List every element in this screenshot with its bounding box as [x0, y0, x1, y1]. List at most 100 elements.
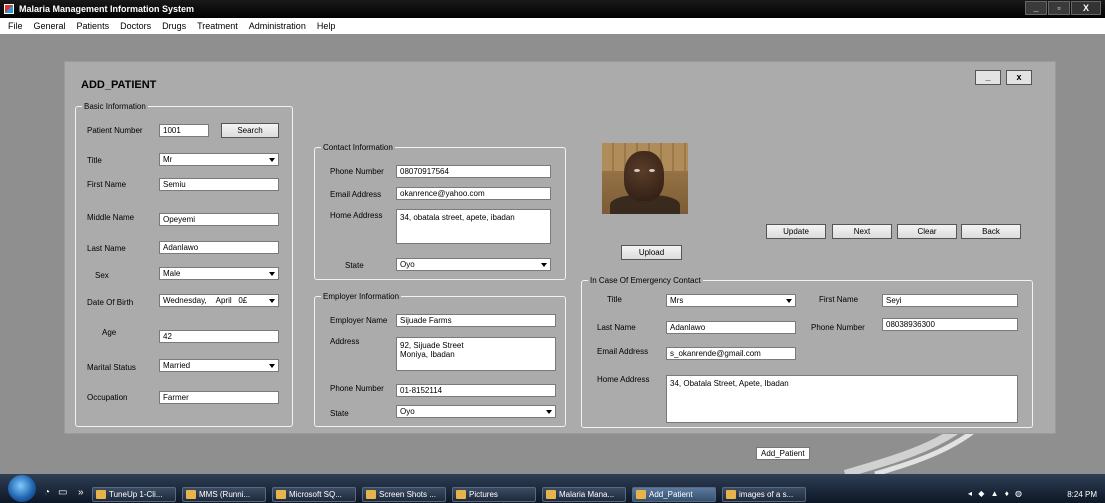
photo-face — [624, 151, 664, 201]
taskbar-item-tuneup[interactable]: TuneUp 1-Cli... — [92, 487, 176, 502]
emergency-last-name-input[interactable]: Adanlawo — [666, 321, 796, 334]
employer-address-textarea[interactable]: 92, Sijuade Street Moniya, Ibadan — [396, 337, 556, 371]
menu-general[interactable]: General — [34, 21, 66, 31]
patient-number-label: Patient Number — [87, 126, 143, 135]
quick-launch-desktop-icon[interactable]: ▭ — [58, 487, 67, 498]
clear-button[interactable]: Clear — [897, 224, 957, 239]
employer-state-value: Oyo — [400, 407, 415, 416]
basic-information-legend: Basic Information — [82, 101, 148, 112]
contact-information-legend: Contact Information — [321, 142, 395, 153]
taskbar: ◔ ▭ » TuneUp 1-Cli... MMS (Runni... Micr… — [0, 474, 1105, 503]
back-button[interactable]: Back — [961, 224, 1021, 239]
taskbar-item-mms[interactable]: MMS (Runni... — [182, 487, 266, 502]
chevron-down-icon — [269, 272, 275, 276]
menu-administration[interactable]: Administration — [249, 21, 306, 31]
first-name-input[interactable]: Semiu — [159, 178, 279, 191]
last-name-input[interactable]: Adanlawo — [159, 241, 279, 254]
chevron-down-icon — [269, 364, 275, 368]
employer-state-select[interactable]: Oyo — [396, 405, 556, 418]
chevron-down-icon — [269, 299, 275, 303]
age-label: Age — [102, 328, 117, 337]
form-close-button[interactable]: x — [1006, 70, 1032, 85]
next-button[interactable]: Next — [832, 224, 892, 239]
taskbar-chevrons[interactable]: » — [78, 487, 84, 498]
menu-drugs[interactable]: Drugs — [162, 21, 186, 31]
menu-help[interactable]: Help — [317, 21, 336, 31]
emergency-email-input[interactable]: s_okanrende@gmail.com — [666, 347, 796, 360]
sex-label: Sex — [95, 271, 109, 280]
taskbar-item-add-patient[interactable]: Add_Patient — [632, 487, 716, 502]
title-select[interactable]: Mr — [159, 153, 279, 166]
emergency-last-name-label: Last Name — [597, 323, 636, 332]
emergency-contact-group: In Case Of Emergency Contact Title Mrs F… — [581, 275, 1033, 428]
taskbar-item-images[interactable]: images of a s... — [722, 487, 806, 502]
employer-state-label: State — [330, 409, 349, 418]
employer-address-label: Address — [330, 337, 360, 346]
emergency-title-value: Mrs — [670, 296, 684, 305]
patient-photo — [602, 143, 688, 214]
form-title: ADD_PATIENT — [81, 79, 157, 91]
emergency-title-label: Title — [607, 295, 622, 304]
system-tray-icons[interactable]: ◂ ◆ ▲ ♦ ◍ — [968, 489, 1024, 498]
contact-phone-label: Phone Number — [330, 167, 384, 176]
add-patient-form: ADD_PATIENT _ x Basic Information Patien… — [64, 61, 1056, 434]
patient-number-input[interactable]: 1001 — [159, 124, 209, 137]
basic-information-group: Basic Information Patient Number 1001 Se… — [75, 101, 293, 427]
menu-patients[interactable]: Patients — [77, 21, 110, 31]
window-title: Malaria Management Information System — [19, 4, 195, 14]
date-of-birth-label: Date Of Birth — [87, 298, 134, 307]
minimize-button[interactable]: _ — [1025, 1, 1047, 15]
contact-email-label: Email Address — [330, 190, 382, 199]
menu-doctors[interactable]: Doctors — [120, 21, 151, 31]
taskbar-item-sql[interactable]: Microsoft SQ... — [272, 487, 356, 502]
close-button[interactable]: X — [1071, 1, 1101, 15]
chevron-down-icon — [786, 299, 792, 303]
upload-button[interactable]: Upload — [621, 245, 682, 260]
emergency-phone-input[interactable]: 08038936300 — [882, 318, 1018, 331]
menu-bar: File General Patients Doctors Drugs Trea… — [0, 18, 1105, 34]
emergency-title-select[interactable]: Mrs — [666, 294, 796, 307]
dob-day: Wednesday, — [163, 296, 207, 305]
employer-name-label: Employer Name — [330, 316, 388, 325]
taskbar-item-malaria[interactable]: Malaria Mana... — [542, 487, 626, 502]
dob-month: April — [215, 296, 232, 305]
mdi-workspace: ADD_PATIENT _ x Basic Information Patien… — [0, 34, 1105, 474]
employer-phone-input[interactable]: 01-8152114 — [396, 384, 556, 397]
menu-file[interactable]: File — [8, 21, 23, 31]
employer-name-input[interactable]: Sijuade Farms — [396, 314, 556, 327]
maximize-button[interactable]: ▫ — [1048, 1, 1070, 15]
age-input[interactable]: 42 — [159, 330, 279, 343]
sex-select[interactable]: Male — [159, 267, 279, 280]
title-label: Title — [87, 156, 102, 165]
taskbar-item-screenshots[interactable]: Screen Shots ... — [362, 487, 446, 502]
search-button[interactable]: Search — [221, 123, 279, 138]
update-button[interactable]: Update — [766, 224, 826, 239]
marital-status-value: Married — [163, 361, 191, 370]
contact-phone-input[interactable]: 08070917564 — [396, 165, 551, 178]
emergency-first-name-label: First Name — [819, 295, 859, 304]
emergency-email-label: Email Address — [597, 347, 649, 356]
last-name-label: Last Name — [87, 244, 126, 253]
title-bar: Malaria Management Information System _ … — [0, 0, 1105, 18]
start-button[interactable] — [8, 475, 36, 502]
marital-status-select[interactable]: Married — [159, 359, 279, 372]
taskbar-item-pictures[interactable]: Pictures — [452, 487, 536, 502]
title-select-value: Mr — [163, 155, 173, 164]
middle-name-input[interactable]: Opeyemi — [159, 213, 279, 226]
menu-treatment[interactable]: Treatment — [197, 21, 238, 31]
form-minimize-button[interactable]: _ — [975, 70, 1001, 85]
contact-information-group: Contact Information Phone Number 0807091… — [314, 142, 566, 280]
middle-name-label: Middle Name — [87, 213, 135, 222]
contact-address-textarea[interactable]: 34, obatala street, apete, ibadan — [396, 209, 551, 244]
date-of-birth-picker[interactable]: Wednesday, April 0£ — [159, 294, 279, 307]
occupation-input[interactable]: Farmer — [159, 391, 279, 404]
photo-eye — [634, 169, 640, 172]
emergency-address-textarea[interactable]: 34, Obatala Street, Apete, Ibadan — [666, 375, 1018, 423]
emergency-phone-label: Phone Number — [811, 323, 865, 332]
chevron-down-icon — [269, 158, 275, 162]
clock[interactable]: 8:24 PM — [1067, 490, 1097, 499]
emergency-first-name-input[interactable]: Seyi — [882, 294, 1018, 307]
contact-email-input[interactable]: okanrence@yahoo.com — [396, 187, 551, 200]
quick-launch-ie-icon[interactable]: ◔ — [44, 487, 50, 498]
contact-state-select[interactable]: Oyo — [396, 258, 551, 271]
